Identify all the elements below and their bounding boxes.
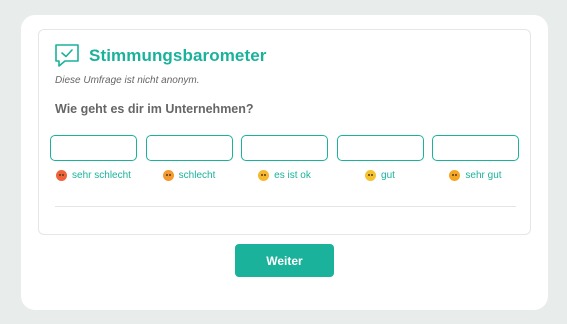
mood-option-text: gut — [381, 170, 395, 181]
mood-option-bad: schlecht — [145, 135, 233, 181]
mood-option-text: sehr gut — [465, 170, 502, 181]
mood-option-text: sehr schlecht — [72, 170, 131, 181]
mood-option-label: sehr gut — [449, 170, 502, 181]
mood-option-label: gut — [365, 170, 395, 181]
mood-option-very-good-button[interactable] — [432, 135, 519, 161]
mood-option-text: schlecht — [178, 170, 216, 181]
bad-emoji-icon — [162, 170, 174, 181]
chat-check-icon — [55, 44, 79, 67]
mood-option-very-good: sehr gut — [432, 135, 519, 181]
mood-option-label: sehr schlecht — [56, 170, 131, 181]
mood-option-very-bad-button[interactable] — [50, 135, 137, 161]
mood-options: sehr schlecht schlecht es ist ok gut seh… — [50, 135, 519, 181]
mood-option-ok: es ist ok — [241, 135, 328, 181]
neutral-emoji-icon — [258, 170, 270, 181]
mood-option-good: gut — [336, 135, 424, 181]
mood-option-bad-button[interactable] — [145, 135, 233, 161]
survey-header: Stimmungsbarometer — [54, 43, 267, 69]
very-good-emoji-icon — [449, 170, 461, 181]
next-button[interactable]: Weiter — [235, 244, 334, 277]
good-emoji-icon — [365, 170, 377, 181]
mood-option-ok-button[interactable] — [241, 135, 328, 161]
survey-title: Stimmungsbarometer — [89, 46, 267, 65]
divider — [55, 206, 516, 207]
mood-option-label: es ist ok — [258, 170, 311, 181]
survey-container: Stimmungsbarometer Diese Umfrage ist nic… — [21, 15, 548, 310]
mood-option-text: es ist ok — [274, 170, 311, 181]
survey-card: Stimmungsbarometer Diese Umfrage ist nic… — [38, 29, 531, 235]
mood-option-good-button[interactable] — [336, 135, 424, 161]
survey-subtitle: Diese Umfrage ist nicht anonym. — [55, 75, 200, 86]
mood-option-very-bad: sehr schlecht — [50, 135, 137, 181]
survey-question: Wie geht es dir im Unternehmen? — [55, 102, 254, 116]
very-bad-emoji-icon — [56, 170, 68, 181]
mood-option-label: schlecht — [162, 170, 216, 181]
